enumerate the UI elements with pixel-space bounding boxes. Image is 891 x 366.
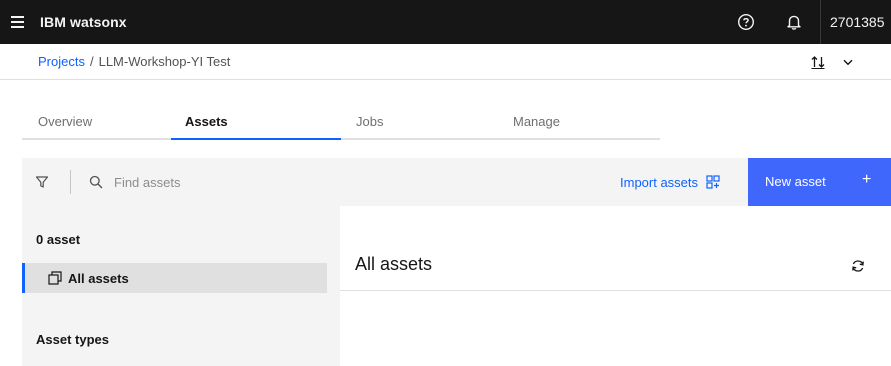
assets-main-panel: All assets: [340, 206, 891, 366]
assets-panel-header: All assets: [340, 206, 891, 291]
search-input[interactable]: [114, 170, 474, 194]
tab-overview[interactable]: Overview: [38, 100, 92, 140]
brand-name[interactable]: IBM watsonx: [40, 14, 127, 30]
help-icon[interactable]: [728, 0, 764, 44]
sidebar-item-all-assets[interactable]: All assets: [22, 263, 327, 293]
notification-bell-icon[interactable]: [776, 0, 812, 44]
project-tabs: Overview Assets Jobs Manage: [0, 100, 891, 140]
breadcrumb-separator: /: [89, 54, 94, 69]
refresh-icon[interactable]: [848, 256, 868, 276]
tab-underline: [22, 138, 171, 140]
tab-manage[interactable]: Manage: [513, 100, 560, 140]
new-asset-label: New asset: [765, 174, 826, 189]
toolbar-divider: [70, 170, 71, 194]
filter-icon[interactable]: [32, 172, 52, 192]
breadcrumb-bar: Projects / LLM-Workshop-YI Test: [0, 44, 891, 80]
tab-assets[interactable]: Assets: [185, 100, 228, 140]
page-title: All assets: [355, 254, 433, 274]
chevron-down-icon[interactable]: [838, 52, 858, 72]
add-icon: +: [862, 171, 872, 188]
asset-types-heading: Asset types: [36, 332, 109, 347]
breadcrumb: Projects / LLM-Workshop-YI Test: [38, 54, 230, 69]
breadcrumb-current: LLM-Workshop-YI Test: [98, 54, 231, 69]
breadcrumb-projects-link[interactable]: Projects: [38, 54, 85, 69]
tab-underline-active: [171, 138, 341, 140]
top-header: IBM watsonx 2701385: [0, 0, 891, 44]
hamburger-menu-icon[interactable]: [8, 10, 32, 34]
header-divider: [820, 0, 821, 44]
account-id[interactable]: 2701385: [830, 14, 885, 30]
tab-underline: [341, 138, 660, 140]
import-assets-label: Import assets: [620, 174, 699, 190]
sort-icon[interactable]: [808, 52, 828, 72]
sidebar-item-label: All assets: [68, 271, 129, 286]
import-assets-button[interactable]: Import assets: [620, 158, 720, 206]
search-icon: [86, 172, 106, 192]
asset-toolbar: Import assets New asset +: [22, 158, 891, 206]
import-icon: [706, 175, 720, 189]
asset-group-icon: [48, 271, 62, 285]
tab-jobs[interactable]: Jobs: [356, 100, 383, 140]
asset-count: 0 asset: [36, 232, 81, 247]
asset-sidebar: 0 asset All assets Asset types: [22, 206, 340, 366]
new-asset-button[interactable]: New asset +: [748, 158, 891, 206]
